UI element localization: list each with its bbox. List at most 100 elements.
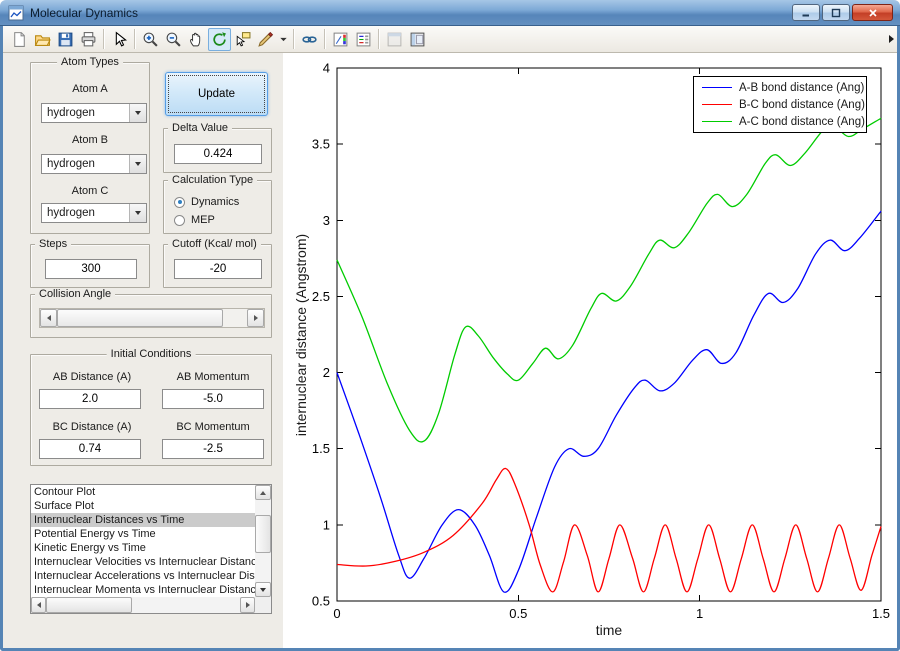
x-tick-label: 1 — [696, 606, 703, 621]
list-item[interactable]: Kinetic Energy vs Time — [31, 541, 255, 555]
window-icon — [8, 5, 24, 21]
minimize-icon — [801, 8, 811, 18]
atom-a-value: hydrogen — [42, 104, 129, 122]
legend[interactable]: A-B bond distance (Ang)B-C bond distance… — [693, 76, 867, 133]
list-item[interactable]: Internuclear Momenta vs Internuclear Dis… — [31, 583, 255, 597]
list-vertical-scrollbar[interactable] — [255, 485, 271, 597]
window-controls — [792, 4, 893, 21]
edit-plot-button[interactable] — [108, 28, 131, 51]
zoom-out-button[interactable] — [162, 28, 185, 51]
save-figure-icon — [57, 31, 74, 48]
scroll-down-button[interactable] — [255, 582, 271, 597]
plot-type-list: Contour PlotSurface PlotInternuclear Dis… — [31, 485, 255, 597]
new-figure-button[interactable] — [8, 28, 31, 51]
dynamics-radio-label: Dynamics — [191, 196, 239, 208]
insert-legend-button[interactable] — [352, 28, 375, 51]
link-plot-button[interactable] — [298, 28, 321, 51]
pan-button[interactable] — [185, 28, 208, 51]
dynamics-radio[interactable]: Dynamics — [174, 196, 239, 208]
plot-box[interactable] — [337, 68, 881, 601]
radio-unselected-icon[interactable] — [174, 215, 185, 226]
legend-entry: A-C bond distance (Ang) — [694, 113, 866, 130]
scroll-right-button[interactable] — [240, 597, 255, 613]
ab-momentum-label: AB Momentum — [159, 371, 267, 383]
rotate-3d-button[interactable] — [208, 28, 231, 51]
save-figure-button[interactable] — [54, 28, 77, 51]
slider-right-arrow-button[interactable] — [247, 309, 264, 327]
print-figure-button[interactable] — [77, 28, 100, 51]
toolbar — [3, 26, 897, 53]
scroll-left-button[interactable] — [31, 597, 46, 613]
legend-line-sample — [702, 104, 732, 105]
hide-plot-tools-button — [383, 28, 406, 51]
data-cursor-button[interactable] — [231, 28, 254, 51]
scrollbar-corner — [255, 597, 271, 613]
collision-angle-slider[interactable] — [39, 308, 265, 328]
atom-b-label: Atom B — [31, 134, 149, 146]
plot-canvas[interactable]: 00.511.50.511.522.533.54 — [283, 53, 897, 648]
chevron-down-icon[interactable] — [129, 155, 146, 173]
x-tick-label: 1.5 — [872, 606, 890, 621]
brush-dropdown-button[interactable] — [277, 28, 290, 51]
show-plot-tools-button[interactable] — [406, 28, 429, 51]
titlebar[interactable]: Molecular Dynamics — [0, 0, 900, 26]
toolbar-overflow-icon[interactable] — [889, 35, 894, 43]
vertical-scroll-thumb[interactable] — [255, 515, 271, 553]
atom-a-select[interactable]: hydrogen — [41, 103, 147, 123]
print-figure-icon — [80, 31, 97, 48]
link-plot-icon — [301, 31, 318, 48]
collision-angle-panel: Collision Angle — [30, 294, 272, 338]
toolbar-separator — [134, 29, 136, 49]
toolbar-separator — [293, 29, 295, 49]
scroll-up-button[interactable] — [255, 485, 271, 500]
toolbar-separator — [378, 29, 380, 49]
atom-c-select[interactable]: hydrogen — [41, 203, 147, 223]
brush-data-icon — [257, 31, 274, 48]
slider-thumb[interactable] — [57, 309, 223, 327]
update-button[interactable]: Update — [165, 72, 268, 116]
steps-input[interactable] — [45, 259, 137, 279]
window-frame-left — [0, 26, 3, 651]
slider-left-arrow-button[interactable] — [40, 309, 57, 327]
ab-distance-input[interactable] — [39, 389, 141, 409]
mep-radio[interactable]: MEP — [174, 214, 215, 226]
list-item[interactable]: Internuclear Velocities vs Internuclear … — [31, 555, 255, 569]
brush-dropdown-icon — [278, 31, 289, 48]
maximize-button[interactable] — [822, 4, 850, 21]
cutoff-input[interactable] — [174, 259, 262, 279]
list-item[interactable]: Contour Plot — [31, 485, 255, 499]
bc-distance-input[interactable] — [39, 439, 141, 459]
list-item[interactable]: Internuclear Accelerations vs Internucle… — [31, 569, 255, 583]
chevron-down-icon[interactable] — [129, 104, 146, 122]
y-tick-label: 3 — [323, 213, 330, 228]
zoom-in-icon — [142, 31, 159, 48]
insert-colorbar-button[interactable] — [329, 28, 352, 51]
cutoff-title: Cutoff (Kcal/ mol) — [168, 238, 261, 250]
data-cursor-icon — [234, 31, 251, 48]
bc-momentum-input[interactable] — [162, 439, 264, 459]
insert-legend-icon — [355, 31, 372, 48]
horizontal-scroll-thumb[interactable] — [46, 597, 132, 613]
y-tick-label: 2 — [323, 365, 330, 380]
list-horizontal-scrollbar[interactable] — [31, 597, 255, 613]
chevron-down-icon[interactable] — [129, 204, 146, 222]
radio-selected-icon[interactable] — [174, 197, 185, 208]
list-item[interactable]: Internuclear Distances vs Time — [31, 513, 255, 527]
close-button[interactable] — [852, 4, 893, 21]
list-item[interactable]: Surface Plot — [31, 499, 255, 513]
ab-momentum-input[interactable] — [162, 389, 264, 409]
arrow-left-icon — [47, 315, 51, 321]
zoom-in-button[interactable] — [139, 28, 162, 51]
legend-label: A-B bond distance (Ang) — [739, 82, 864, 94]
open-file-button[interactable] — [31, 28, 54, 51]
delta-value-title: Delta Value — [168, 122, 232, 134]
minimize-button[interactable] — [792, 4, 820, 21]
y-tick-label: 2.5 — [312, 289, 330, 304]
atom-types-panel-title: Atom Types — [57, 56, 123, 68]
list-item[interactable]: Potential Energy vs Time — [31, 527, 255, 541]
brush-data-button[interactable] — [254, 28, 277, 51]
atom-b-select[interactable]: hydrogen — [41, 154, 147, 174]
maximize-icon — [831, 8, 841, 18]
delta-value-input[interactable] — [174, 144, 262, 164]
figure-window: Molecular Dynamics Atom Types Atom A hyd… — [0, 0, 900, 651]
